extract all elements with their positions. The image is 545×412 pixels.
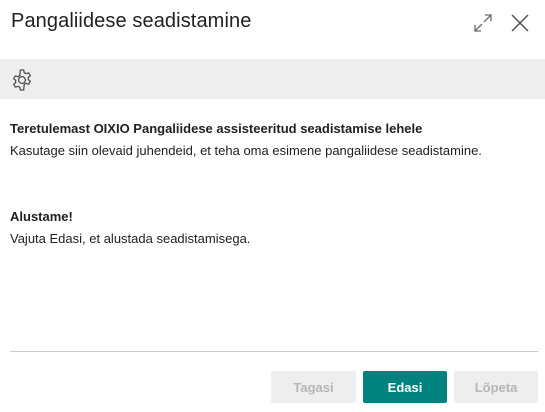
start-text: Vajuta Edasi, et alustada seadistamisega… bbox=[10, 231, 251, 246]
finish-button[interactable]: Lõpeta bbox=[454, 371, 538, 403]
gear-icon[interactable] bbox=[10, 68, 34, 92]
start-heading: Alustame! bbox=[10, 209, 73, 224]
start-section: Alustame! Vajuta Edasi, et alustada sead… bbox=[10, 209, 535, 248]
next-button[interactable]: Edasi bbox=[363, 371, 447, 403]
back-button[interactable]: Tagasi bbox=[271, 371, 356, 403]
dialog-title: Pangaliidese seadistamine bbox=[11, 10, 252, 32]
close-icon[interactable] bbox=[509, 12, 531, 34]
footer-divider bbox=[10, 351, 538, 352]
setup-dialog: Pangaliidese seadistamine Teretulemast O… bbox=[0, 0, 545, 412]
expand-icon[interactable] bbox=[472, 12, 494, 34]
welcome-heading: Teretulemast OIXIO Pangaliidese assistee… bbox=[10, 121, 423, 136]
action-toolbar bbox=[0, 59, 545, 99]
welcome-section: Teretulemast OIXIO Pangaliidese assistee… bbox=[10, 121, 535, 160]
welcome-text: Kasutage siin olevaid juhendeid, et teha… bbox=[10, 143, 482, 158]
